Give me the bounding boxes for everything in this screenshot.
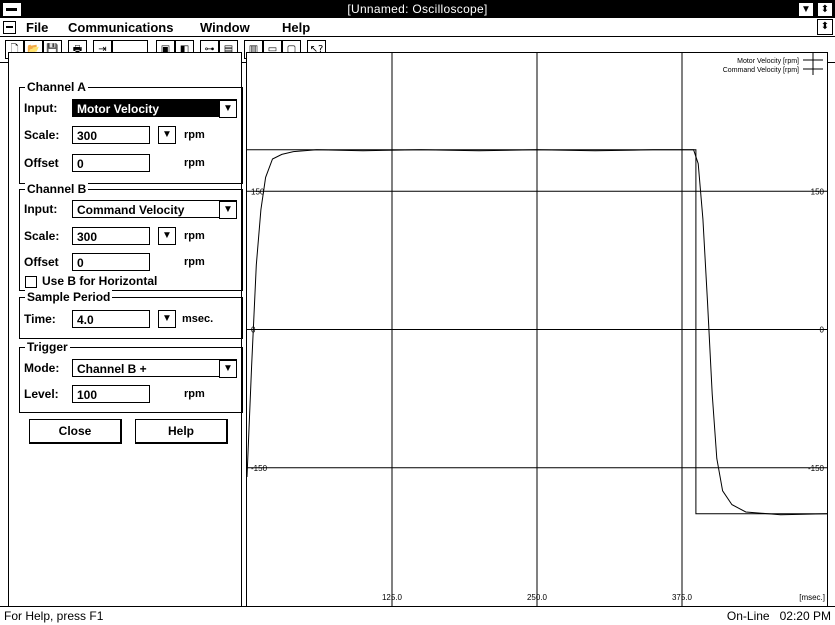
trigger-mode-select[interactable]: Channel B +: [72, 359, 237, 377]
channel-a-offset-input[interactable]: 0: [72, 154, 150, 172]
y-tick-label-right: 0: [820, 326, 825, 335]
status-connection: On-Line: [726, 609, 770, 623]
use-b-horizontal-checkbox[interactable]: [25, 276, 37, 288]
status-bar: For Help, press F1 On-Line 02:20 PM: [0, 606, 835, 625]
child-system-menu-icon[interactable]: [3, 21, 16, 34]
channel-a-group: Channel A Input: Motor Velocity ▼ Scale:…: [19, 80, 243, 184]
trigger-level-input[interactable]: 100: [72, 385, 150, 403]
channel-b-scale-dropdown-icon[interactable]: ▼: [158, 227, 176, 245]
channel-b-group: Channel B Input: Command Velocity ▼ Scal…: [19, 182, 243, 291]
sample-time-unit: msec.: [182, 313, 214, 325]
trigger-level-label: Level:: [24, 387, 59, 401]
channel-a-scale-label: Scale:: [24, 128, 60, 142]
x-tick-label: 250.0: [527, 593, 548, 602]
help-button[interactable]: Help: [135, 419, 228, 444]
channel-b-offset-label: Offset: [24, 255, 59, 269]
trigger-mode-value: Channel B +: [77, 362, 147, 376]
channel-b-scale-unit: rpm: [184, 230, 205, 242]
channel-a-offset-label: Offset: [24, 156, 59, 170]
channel-a-offset-unit: rpm: [184, 157, 205, 169]
close-button[interactable]: Close: [29, 419, 122, 444]
use-b-horizontal-label: Use B for Horizontal: [42, 274, 158, 288]
restore-icon[interactable]: ⬍: [817, 19, 833, 35]
sample-period-group: Sample Period Time: 4.0 ▼ msec.: [19, 290, 243, 339]
x-tick-label: 125.0: [382, 593, 403, 602]
sample-time-label: Time:: [24, 312, 56, 326]
menu-communications[interactable]: Communications: [68, 20, 173, 35]
menu-bar: File Communications Window Help ⬍: [0, 18, 835, 37]
channel-b-title: Channel B: [25, 182, 89, 196]
status-help-text: For Help, press F1: [4, 609, 104, 623]
channel-a-title: Channel A: [25, 80, 88, 94]
channel-b-input-dropdown-icon[interactable]: ▼: [219, 201, 237, 219]
channel-b-scale-label: Scale:: [24, 229, 60, 243]
channel-a-scale-unit: rpm: [184, 129, 205, 141]
minimize-icon[interactable]: ▼: [798, 2, 814, 17]
sample-time-dropdown-icon[interactable]: ▼: [158, 310, 176, 328]
y-tick-label-right: 150: [811, 187, 825, 196]
oscilloscope-plot[interactable]: 125.0 250.0 375.0 150 150 0 0 -150 -150 [msec.] Mo…: [246, 52, 828, 607]
channel-a-scale-dropdown-icon[interactable]: ▼: [158, 126, 176, 144]
sample-time-input[interactable]: 4.0: [72, 310, 150, 328]
channel-b-input-select[interactable]: Command Velocity: [72, 200, 237, 218]
legend-label: Motor Velocity [rpm]: [737, 58, 799, 65]
menu-window[interactable]: Window: [200, 20, 250, 35]
legend-label: Command Velocity [rpm]: [723, 67, 799, 74]
channel-b-input-value: Command Velocity: [77, 203, 185, 217]
channel-a-input-value: Motor Velocity: [77, 102, 160, 116]
trigger-level-unit: rpm: [184, 388, 205, 400]
x-tick-label: 375.0: [672, 593, 693, 602]
status-time: 02:20 PM: [779, 609, 831, 623]
trigger-group: Trigger Mode: Channel B + ▼ Level: 100 r…: [19, 340, 243, 413]
trigger-mode-dropdown-icon[interactable]: ▼: [219, 360, 237, 378]
channel-a-input-label: Input:: [24, 101, 58, 115]
channel-a-input-dropdown-icon[interactable]: ▼: [219, 100, 237, 118]
maximize-icon[interactable]: ⬍: [817, 2, 833, 17]
y-tick-label-left: -150: [251, 464, 268, 473]
channel-a-input-select[interactable]: Motor Velocity: [72, 99, 237, 117]
channel-b-offset-input[interactable]: 0: [72, 253, 150, 271]
settings-panel: Channel A Input: Motor Velocity ▼ Scale:…: [8, 52, 243, 607]
status-right: On-Line 02:20 PM: [727, 609, 831, 623]
channel-b-input-label: Input:: [24, 202, 58, 216]
trigger-mode-label: Mode:: [24, 361, 60, 375]
channel-a-scale-input[interactable]: 300: [72, 126, 150, 144]
sample-period-title: Sample Period: [25, 290, 113, 304]
oscilloscope-chart: 125.0 250.0 375.0150 1500 0-150 -150[msec.]Mo…: [247, 53, 827, 606]
channel-b-scale-input[interactable]: 300: [72, 227, 150, 245]
window-title: [Unnamed: Oscilloscope]: [347, 2, 488, 16]
channel-b-offset-unit: rpm: [184, 256, 205, 268]
y-tick-label-right: -150: [808, 464, 825, 473]
menu-file[interactable]: File: [26, 20, 48, 35]
title-bar: [Unnamed: Oscilloscope] ▼ ⬍: [0, 0, 835, 18]
menu-help[interactable]: Help: [282, 20, 310, 35]
trigger-title: Trigger: [25, 340, 70, 354]
x-unit-label: [msec.]: [799, 593, 825, 602]
